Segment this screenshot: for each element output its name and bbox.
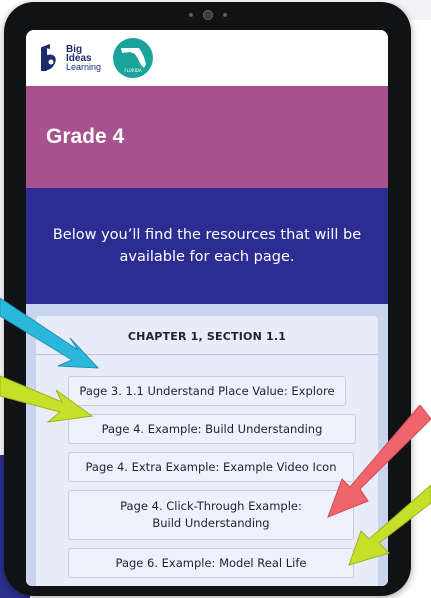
intro-banner: Below you’ll find the resources that wil…	[26, 188, 388, 304]
camera-icon	[202, 10, 213, 20]
camera-bar	[4, 10, 411, 20]
logo-bar: Big Ideas Learning FLORIDA	[26, 30, 388, 86]
big-ideas-logo-icon	[40, 43, 58, 73]
lime-arrow-icon	[0, 375, 94, 423]
sensor-dot	[222, 13, 227, 17]
resource-link-page4-example[interactable]: Page 4. Example: Build Understanding	[68, 414, 356, 444]
resource-link-page6-example[interactable]: Page 6. Example: Model Real Life	[68, 548, 354, 578]
sensor-dot	[188, 13, 193, 17]
lime-arrow-icon-right	[348, 485, 431, 566]
grade-header: Grade 4	[26, 86, 388, 188]
wordmark-line: Learning	[66, 61, 102, 72]
seal-label: FLORIDA	[124, 68, 142, 73]
intro-text: Below you’ll find the resources that wil…	[52, 227, 362, 265]
page-title: Grade 4	[46, 125, 125, 148]
florida-seal-logo: FLORIDA	[113, 38, 154, 78]
resource-link-page4-extra-example[interactable]: Page 4. Extra Example: Example Video Ico…	[68, 452, 354, 482]
resource-link-page4-click-through[interactable]: Page 4. Click-Through Example: Build Und…	[68, 490, 354, 540]
big-ideas-wordmark: Big Ideas Learning	[66, 44, 102, 72]
